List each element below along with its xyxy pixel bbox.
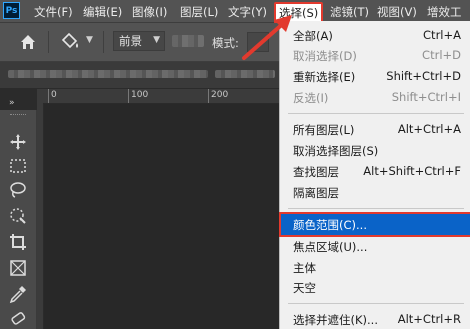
menu-item-find-layers[interactable]: 查找图层 Alt+Shift+Ctrl+F bbox=[280, 161, 470, 181]
ruler-tick bbox=[48, 89, 49, 103]
menu-item-deselect-layers[interactable]: 取消选择图层(S) bbox=[280, 140, 470, 160]
blurred-tab-title bbox=[8, 70, 208, 78]
menu-layer[interactable]: 图层(L) bbox=[180, 4, 218, 20]
crop-icon[interactable] bbox=[8, 232, 28, 252]
menu-item-inverse[interactable]: 反选(I) Shift+Ctrl+I bbox=[280, 87, 470, 107]
mode-label: 模式: bbox=[212, 36, 239, 50]
photoshop-logo[interactable]: Ps bbox=[3, 2, 20, 19]
menu-filter[interactable]: 滤镜(T) bbox=[330, 4, 369, 20]
menu-item-subject[interactable]: 主体 bbox=[280, 257, 470, 277]
chevron-down-icon: ▼ bbox=[153, 35, 160, 45]
menu-edit[interactable]: 编辑(E) bbox=[83, 4, 122, 20]
menu-item-shortcut: Ctrl+A bbox=[423, 28, 461, 42]
lasso-icon[interactable] bbox=[8, 180, 28, 200]
menu-item-shortcut: Shift+Ctrl+D bbox=[386, 69, 461, 83]
tools-panel bbox=[0, 110, 37, 329]
menu-view[interactable]: 视图(V) bbox=[377, 4, 417, 20]
menu-item-label: 取消选择图层(S) bbox=[293, 144, 379, 158]
ruler-tick bbox=[208, 89, 209, 103]
menu-item-label: 隔离图层 bbox=[293, 186, 339, 200]
menu-item-all-layers[interactable]: 所有图层(L) Alt+Ctrl+A bbox=[280, 119, 470, 139]
ruler-label: 100 bbox=[131, 90, 149, 100]
menu-item-sky[interactable]: 天空 bbox=[280, 277, 470, 297]
menu-item-shortcut: Alt+Ctrl+R bbox=[397, 312, 461, 326]
menu-item-label: 选择并遮住(K)... bbox=[293, 313, 378, 327]
menu-item-label: 天空 bbox=[293, 281, 316, 295]
home-icon[interactable] bbox=[20, 34, 36, 50]
menu-item-label: 所有图层(L) bbox=[293, 123, 355, 137]
menu-item-reselect[interactable]: 重新选择(E) Shift+Ctrl+D bbox=[280, 66, 470, 86]
menu-item-label: 颜色范围(C)... bbox=[293, 218, 367, 232]
menu-separator bbox=[288, 113, 464, 114]
menu-item-shortcut: Alt+Shift+Ctrl+F bbox=[363, 164, 461, 178]
menu-item-label: 反选(I) bbox=[293, 91, 329, 105]
menu-image[interactable]: 图像(I) bbox=[132, 4, 167, 20]
menu-item-isolate-layers[interactable]: 隔离图层 bbox=[280, 182, 470, 202]
mode-select[interactable] bbox=[247, 32, 269, 52]
menu-item-label: 取消选择(D) bbox=[293, 49, 357, 63]
quick-select-icon[interactable] bbox=[8, 206, 28, 226]
separator bbox=[103, 31, 104, 53]
move-icon[interactable] bbox=[8, 132, 28, 152]
vertical-ruler bbox=[37, 103, 43, 329]
menu-item-shortcut: Ctrl+D bbox=[422, 48, 461, 62]
fill-source-value: 前景 bbox=[119, 34, 142, 48]
menu-type[interactable]: 文字(Y) bbox=[228, 4, 267, 20]
menu-plugins[interactable]: 增效工 bbox=[427, 4, 462, 20]
frame-icon[interactable] bbox=[8, 258, 28, 278]
chevron-down-icon[interactable]: ▼ bbox=[86, 35, 93, 45]
healing-icon[interactable] bbox=[8, 308, 28, 328]
blurred-tab-title bbox=[215, 70, 275, 78]
collapse-panel-icon[interactable]: » bbox=[9, 98, 14, 108]
eyedropper-icon[interactable] bbox=[8, 284, 28, 304]
ruler-tick bbox=[128, 89, 129, 103]
blurred-control bbox=[172, 35, 204, 47]
fill-source-select[interactable]: 前景 ▼ bbox=[113, 31, 165, 51]
ruler-label: 200 bbox=[211, 90, 229, 100]
menu-file[interactable]: 文件(F) bbox=[34, 4, 73, 20]
menu-item-select-all[interactable]: 全部(A) Ctrl+A bbox=[280, 25, 470, 45]
menu-item-label: 查找图层 bbox=[293, 165, 339, 179]
select-menu-dropdown: 全部(A) Ctrl+A 取消选择(D) Ctrl+D 重新选择(E) Shif… bbox=[279, 21, 470, 329]
menu-item-label: 主体 bbox=[293, 261, 316, 275]
menu-item-label: 焦点区域(U)... bbox=[293, 240, 368, 254]
menu-bar: Ps 文件(F) 编辑(E) 图像(I) 图层(L) 文字(Y) 选择(S) 滤… bbox=[0, 0, 470, 24]
menu-item-color-range[interactable]: 颜色范围(C)... bbox=[279, 212, 470, 237]
menu-item-deselect[interactable]: 取消选择(D) Ctrl+D bbox=[280, 45, 470, 65]
menu-item-shortcut: Shift+Ctrl+I bbox=[391, 90, 461, 104]
separator bbox=[48, 31, 49, 53]
menu-separator bbox=[288, 208, 464, 209]
menu-item-shortcut: Alt+Ctrl+A bbox=[397, 122, 461, 136]
menu-item-select-and-mask[interactable]: 选择并遮住(K)... Alt+Ctrl+R bbox=[280, 309, 470, 329]
menu-item-label: 重新选择(E) bbox=[293, 70, 356, 84]
marquee-icon[interactable] bbox=[8, 156, 28, 176]
ruler-label: 0 bbox=[51, 90, 57, 100]
toolbar-grip[interactable] bbox=[10, 114, 26, 118]
menu-item-label: 全部(A) bbox=[293, 29, 333, 43]
menu-separator bbox=[288, 303, 464, 304]
menu-item-focus-area[interactable]: 焦点区域(U)... bbox=[280, 236, 470, 256]
paint-bucket-icon[interactable] bbox=[60, 33, 80, 51]
